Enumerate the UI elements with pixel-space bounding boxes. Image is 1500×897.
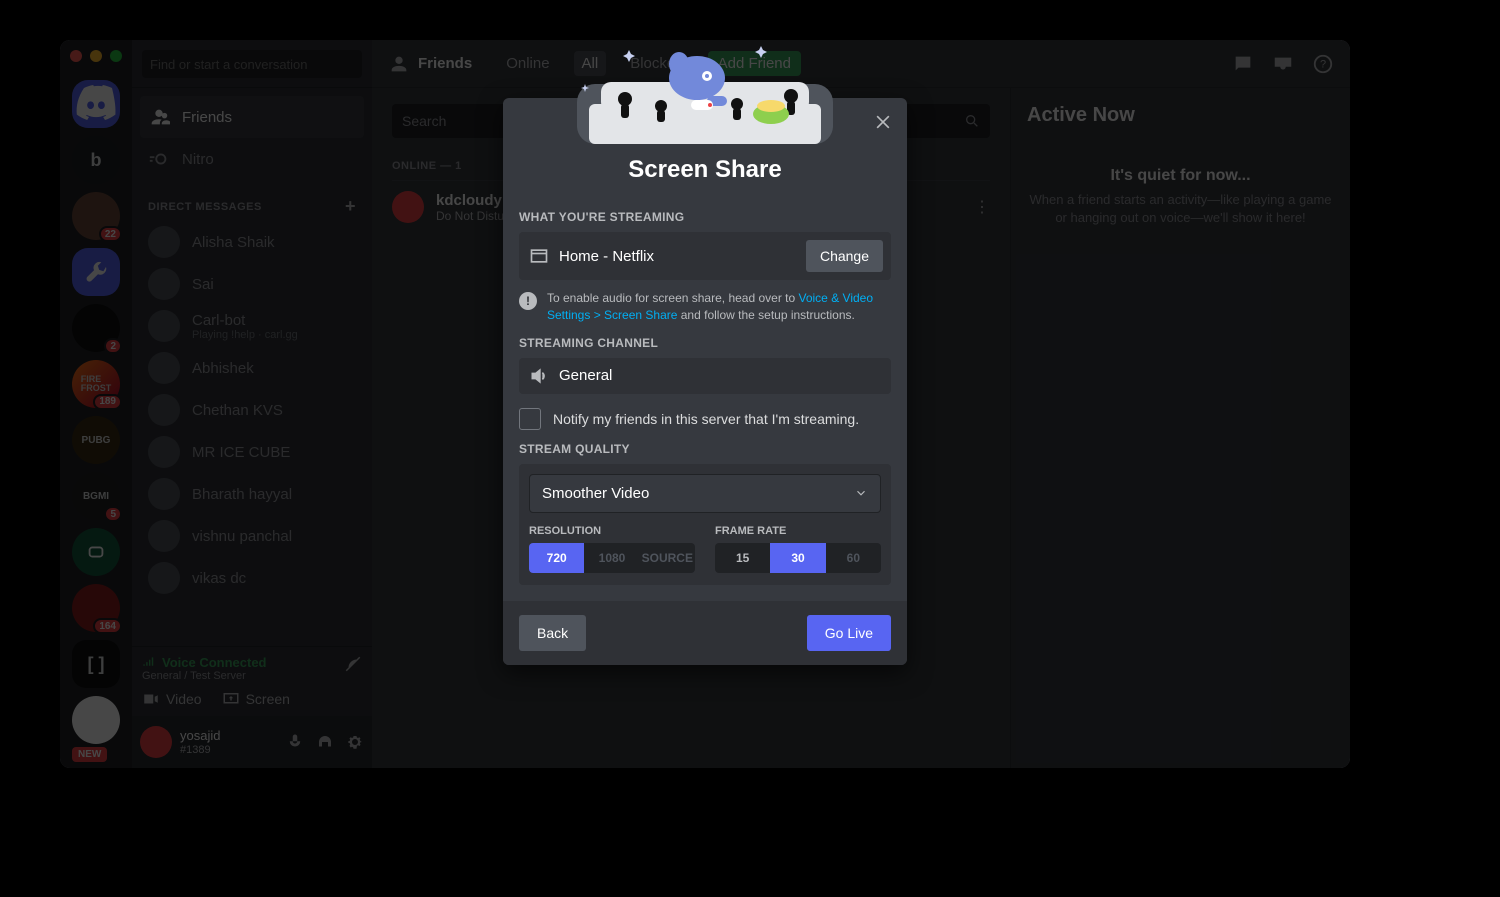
stream-quality-label: STREAM QUALITY <box>519 442 891 456</box>
streaming-source-label: WHAT YOU'RE STREAMING <box>519 210 891 224</box>
modal-overlay[interactable]: Screen Share WHAT YOU'RE STREAMING Home … <box>60 40 1350 768</box>
resolution-group: 720 1080 SOURCE <box>529 543 695 573</box>
change-source-button[interactable]: Change <box>806 240 883 272</box>
speaker-icon <box>529 366 549 386</box>
notify-label: Notify my friends in this server that I'… <box>553 411 859 427</box>
resolution-source[interactable]: SOURCE <box>640 543 695 573</box>
audio-hint: ! To enable audio for screen share, head… <box>519 290 891 324</box>
modal-close-button[interactable] <box>873 112 893 137</box>
modal-illustration <box>565 44 845 144</box>
window-icon <box>529 246 549 266</box>
resolution-label: RESOLUTION <box>529 525 695 537</box>
framerate-group: 15 30 60 <box>715 543 881 573</box>
streaming-channel-label: STREAMING CHANNEL <box>519 336 891 350</box>
notify-checkbox[interactable] <box>519 408 541 430</box>
modal-footer: Back Go Live <box>503 601 907 665</box>
close-icon <box>873 112 893 132</box>
streaming-channel-name: General <box>559 367 883 384</box>
chevron-down-icon <box>854 486 868 500</box>
quality-preset-select[interactable]: Smoother Video <box>529 474 881 513</box>
streaming-channel-row[interactable]: General <box>519 358 891 394</box>
resolution-1080[interactable]: 1080 <box>584 543 639 573</box>
info-icon: ! <box>519 292 537 310</box>
screen-share-modal: Screen Share WHAT YOU'RE STREAMING Home … <box>503 98 907 665</box>
fps-15[interactable]: 15 <box>715 543 770 573</box>
fps-60[interactable]: 60 <box>826 543 881 573</box>
streaming-source-name: Home - Netflix <box>559 248 796 265</box>
back-button[interactable]: Back <box>519 615 586 651</box>
go-live-button[interactable]: Go Live <box>807 615 891 651</box>
fps-30[interactable]: 30 <box>770 543 825 573</box>
stream-quality-box: Smoother Video RESOLUTION 720 1080 SOURC… <box>519 464 891 585</box>
framerate-label: FRAME RATE <box>715 525 881 537</box>
resolution-720[interactable]: 720 <box>529 543 584 573</box>
app-window: b 22 2 FIREFROST 189 PUBG BGMI 5 164 [ ]… <box>60 40 1350 768</box>
streaming-source-row: Home - Netflix Change <box>519 232 891 280</box>
